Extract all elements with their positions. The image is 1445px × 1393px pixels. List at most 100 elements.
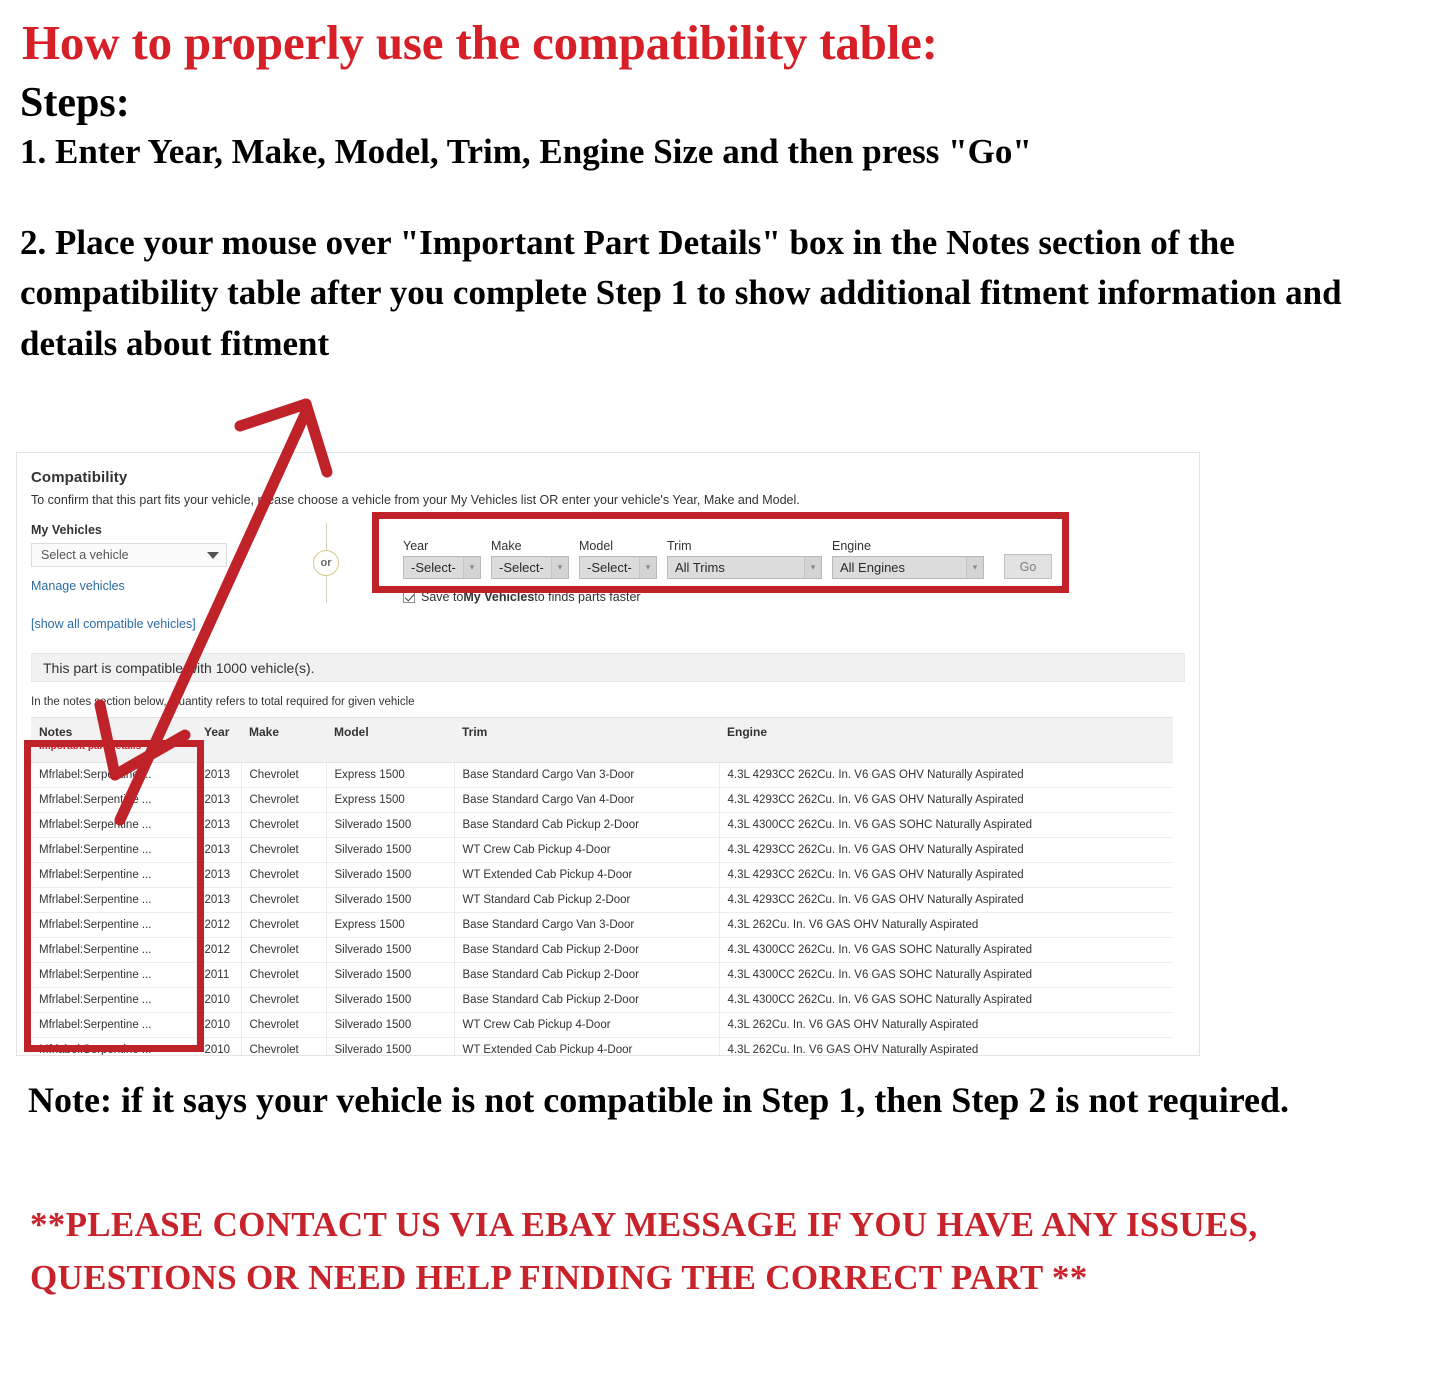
cell-notes[interactable]: Mfrlabel:Serpentine ... [31,962,197,988]
save-suffix-label: to finds parts faster [534,590,641,604]
col-header-engine[interactable]: Engine [719,717,1173,763]
cell-engine: 4.3L 262Cu. In. V6 GAS OHV Naturally Asp… [719,912,1173,938]
ymm-fields-row: Year -Select- ▾ Make -Select- ▾ Model -S… [403,539,1185,579]
col-header-model[interactable]: Model [326,717,454,763]
cell-make: Chevrolet [241,937,327,963]
cell-make: Chevrolet [241,987,327,1013]
cell-notes[interactable]: Mfrlabel:Serpentine ... [31,1012,197,1038]
cell-model: Silverado 1500 [326,987,455,1013]
cell-notes[interactable]: Mfrlabel:Serpentine ... [31,862,197,888]
save-to-my-vehicles-checkbox[interactable] [403,591,415,603]
go-button[interactable]: Go [1004,554,1052,579]
trim-select-value: All Trims [675,560,725,575]
important-part-details-label[interactable]: Important part details [39,741,190,752]
cell-make: Chevrolet [241,887,327,913]
cell-model: Silverado 1500 [326,837,455,863]
trim-label: Trim [667,539,692,553]
cell-engine: 4.3L 262Cu. In. V6 GAS OHV Naturally Asp… [719,1037,1173,1055]
save-to-my-vehicles-row[interactable]: Save to My Vehicles to finds parts faste… [403,590,1185,604]
cell-engine: 4.3L 4293CC 262Cu. In. V6 GAS OHV Natura… [719,837,1173,863]
field-trim: Trim All Trims ▾ [667,539,822,579]
show-all-compatible-vehicles-link[interactable]: [show all compatible vehicles] [31,617,196,631]
make-label: Make [491,539,522,553]
page-title: How to properly use the compatibility ta… [22,15,938,70]
ymm-form: Year -Select- ▾ Make -Select- ▾ Model -S… [381,523,1185,604]
cell-model: Express 1500 [326,762,455,788]
cell-year: 2013 [196,762,242,788]
cell-engine: 4.3L 4293CC 262Cu. In. V6 GAS OHV Natura… [719,762,1173,788]
vehicle-picker-row: My Vehicles Select a vehicle Manage vehi… [31,523,1185,633]
notes-header-label: Notes [39,725,73,739]
cell-notes[interactable]: Mfrlabel:Serpentine ... [31,1037,197,1055]
cell-trim: WT Extended Cab Pickup 4-Door [454,862,720,888]
or-badge: or [313,550,339,576]
save-bold-label: My Vehicles [463,590,535,604]
cell-notes[interactable]: Mfrlabel:Serpentine ... [31,787,197,813]
quantity-note: In the notes section below, Quantity ref… [31,696,415,708]
table-row: Mfrlabel:Serpentine ... 2011 Chevrolet Silv… [31,962,1173,988]
cell-make: Chevrolet [241,1037,327,1055]
table-row: Mfrlabel:Serpentine ... 2013 Chevrolet Silv… [31,812,1173,838]
table-row: Mfrlabel:Serpentine ... 2012 Chevrolet Expr… [31,912,1173,938]
cell-make: Chevrolet [241,862,327,888]
cell-year: 2013 [196,812,242,838]
cell-engine: 4.3L 4293CC 262Cu. In. V6 GAS OHV Natura… [719,862,1173,888]
cell-trim: WT Crew Cab Pickup 4-Door [454,1012,720,1038]
chevron-down-icon: ▾ [551,557,568,578]
chevron-down-icon: ▾ [804,557,821,578]
compatibility-heading: Compatibility [31,469,128,486]
cell-notes[interactable]: Mfrlabel:Serpentine ... [31,937,197,963]
cell-year: 2010 [196,1012,242,1038]
manage-vehicles-link[interactable]: Manage vehicles [31,579,125,593]
col-header-trim[interactable]: Trim [454,717,719,763]
my-vehicles-column: My Vehicles Select a vehicle Manage vehi… [31,523,271,633]
cell-model: Silverado 1500 [326,862,455,888]
model-select-value: -Select- [587,560,632,575]
trim-select[interactable]: All Trims ▾ [667,556,822,579]
table-row: Mfrlabel:Serpentine ... 2013 Chevrolet Silv… [31,862,1173,888]
cell-notes[interactable]: Mfrlabel:Serpentine ... [31,912,197,938]
cell-notes[interactable]: Mfrlabel:Serpentine ... [31,837,197,863]
cell-notes[interactable]: Mfrlabel:Serpentine ... [31,887,197,913]
cell-notes[interactable]: Mfrlabel:Serpentine ... [31,812,197,838]
cell-year: 2012 [196,937,242,963]
cell-trim: Base Standard Cab Pickup 2-Door [454,962,720,988]
col-header-notes[interactable]: Notes Important part details [31,717,196,763]
cell-make: Chevrolet [241,762,327,788]
cell-year: 2012 [196,912,242,938]
cell-engine: 4.3L 4300CC 262Cu. In. V6 GAS SOHC Natur… [719,812,1173,838]
table-row: Mfrlabel:Serpentine ... 2010 Chevrolet Silv… [31,1012,1173,1038]
fitment-table-body: Mfrlabel:Serpentine ... 2013 Chevrolet Expr… [31,762,1173,1055]
model-select[interactable]: -Select- ▾ [579,556,657,579]
cell-engine: 4.3L 4300CC 262Cu. In. V6 GAS SOHC Natur… [719,962,1173,988]
cell-trim: Base Standard Cab Pickup 2-Door [454,987,720,1013]
cell-engine: 4.3L 262Cu. In. V6 GAS OHV Naturally Asp… [719,1012,1173,1038]
year-select[interactable]: -Select- ▾ [403,556,481,579]
step-two-text: 2. Place your mouse over "Important Part… [20,222,1342,364]
engine-select-value: All Engines [840,560,906,575]
cell-make: Chevrolet [241,912,327,938]
cell-year: 2013 [196,787,242,813]
compatibility-subtitle: To confirm that this part fits your vehi… [31,493,800,507]
compatibility-panel: Compatibility To confirm that this part … [16,452,1200,1056]
engine-select[interactable]: All Engines ▾ [832,556,984,579]
cell-trim: Base Standard Cab Pickup 2-Door [454,937,720,963]
my-vehicles-select[interactable]: Select a vehicle [31,543,227,567]
year-label: Year [403,539,429,553]
cell-notes[interactable]: Mfrlabel:Serpentine ... [31,987,197,1013]
cell-engine: 4.3L 4300CC 262Cu. In. V6 GAS SOHC Natur… [719,987,1173,1013]
compatible-count-bar: This part is compatible with 1000 vehicl… [31,653,1185,682]
col-header-make[interactable]: Make [241,717,326,763]
cell-trim: WT Standard Cab Pickup 2-Door [454,887,720,913]
footer-note: Note: if it says your vehicle is not com… [28,1080,1290,1120]
cell-trim: Base Standard Cab Pickup 2-Door [454,812,720,838]
save-prefix-label: Save to [421,590,464,604]
cell-year: 2013 [196,862,242,888]
cell-engine: 4.3L 4293CC 262Cu. In. V6 GAS OHV Natura… [719,887,1173,913]
table-row: Mfrlabel:Serpentine ... 2010 Chevrolet Silv… [31,987,1173,1013]
chevron-down-icon: ▾ [463,557,480,578]
cell-notes[interactable]: Mfrlabel:Serpentine ... [31,762,197,788]
make-select[interactable]: -Select- ▾ [491,556,569,579]
col-header-year[interactable]: Year [196,717,241,763]
table-row: Mfrlabel:Serpentine ... 2013 Chevrolet Silv… [31,887,1173,913]
